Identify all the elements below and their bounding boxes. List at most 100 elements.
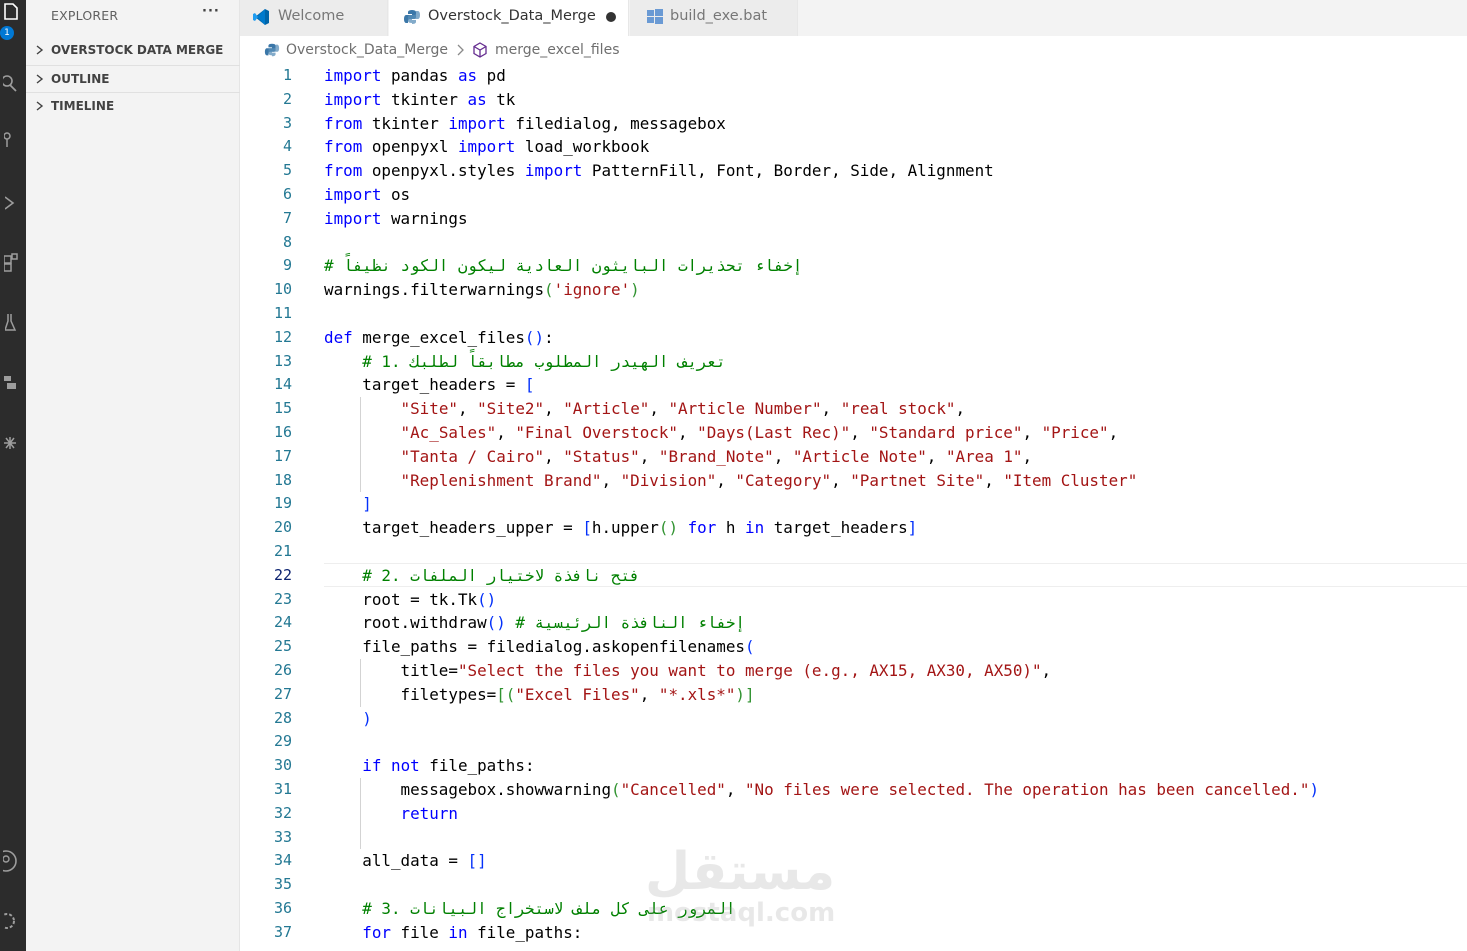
code-line[interactable]: # إخفاء تحذيرات البايثون العادية ليكون ا… xyxy=(324,254,802,278)
source-control-icon[interactable] xyxy=(0,128,22,150)
testing-icon[interactable] xyxy=(0,312,22,334)
line-number: 23 xyxy=(273,589,292,608)
manage-gear-icon[interactable] xyxy=(0,910,22,932)
code-line[interactable]: "Ac_Sales", "Final Overstock", "Days(Las… xyxy=(324,421,1119,445)
code-line[interactable]: import tkinter as tk xyxy=(324,88,515,112)
settings-sync-icon[interactable] xyxy=(0,432,22,454)
code-token: import xyxy=(324,66,382,85)
section-timeline[interactable]: TIMELINE xyxy=(26,92,240,119)
code-token: file_paths: xyxy=(419,756,535,776)
code-token: not xyxy=(391,756,420,776)
code-token: ] xyxy=(907,518,918,538)
code-token: file_paths = filedialog.askopenfilenames xyxy=(324,637,745,657)
code-token: "Cancelled" xyxy=(620,780,726,799)
tab-label: build_exe.bat xyxy=(670,8,768,24)
code-line[interactable]: return xyxy=(324,802,458,826)
line-number: 13 xyxy=(273,351,292,370)
code-line[interactable]: "Replenishment Brand", "Division", "Cate… xyxy=(324,469,1138,493)
tab-build-exe-bat[interactable]: build_exe.bat xyxy=(630,0,798,36)
line-number: 9 xyxy=(282,256,292,275)
breadcrumb-file[interactable]: Overstock_Data_Merge xyxy=(286,42,448,58)
code-line[interactable]: ) xyxy=(324,707,372,731)
tab-welcome[interactable]: Welcome xyxy=(240,0,388,36)
code-line[interactable]: warnings.filterwarnings('ignore') xyxy=(324,278,640,302)
breadcrumb-symbol[interactable]: merge_excel_files xyxy=(495,42,619,58)
more-actions-button[interactable]: ··· xyxy=(202,4,220,19)
code-token: from xyxy=(324,161,363,181)
code-token: , xyxy=(850,423,870,442)
code-token: : xyxy=(544,327,554,347)
code-token: , xyxy=(725,780,745,799)
code-line[interactable]: from openpyxl import load_workbook xyxy=(324,135,649,159)
tab-overstock-data-merge[interactable]: Overstock_Data_Merge xyxy=(389,0,629,36)
search-icon[interactable] xyxy=(0,72,22,94)
code-line[interactable]: # 2. فتح نافذة لاختيار الملفات xyxy=(324,564,639,588)
code-token: filetypes= xyxy=(324,684,497,704)
code-token: , xyxy=(1041,661,1052,680)
code-token: "Article Number" xyxy=(668,399,822,419)
code-line[interactable]: "Site", "Site2", "Article", "Article Num… xyxy=(324,397,966,421)
section-label: OUTLINE xyxy=(51,72,110,86)
extensions-icon[interactable] xyxy=(0,252,22,274)
code-token: "*.xls*" xyxy=(658,684,736,704)
code-line[interactable]: import warnings xyxy=(324,207,468,231)
section-outline[interactable]: OUTLINE xyxy=(26,65,240,92)
code-line[interactable]: file_paths = filedialog.askopenfilenames… xyxy=(324,635,754,659)
code-token: title= xyxy=(324,661,458,680)
code-token: , xyxy=(1022,446,1033,466)
code-line[interactable]: root = tk.Tk() xyxy=(324,588,496,612)
code-token: return xyxy=(400,803,458,823)
line-number: 36 xyxy=(273,899,292,917)
code-line[interactable]: messagebox.showwarning("Cancelled", "No … xyxy=(324,778,1319,802)
code-line[interactable]: from openpyxl.styles import PatternFill,… xyxy=(324,159,994,183)
code-area[interactable]: import pandas as pd import tkinter as tk f… xyxy=(324,64,1467,951)
code-line[interactable]: "Tanta / Cairo", "Status", "Brand_Note",… xyxy=(324,445,1033,469)
code-token: () xyxy=(477,589,497,609)
line-number: 32 xyxy=(273,803,292,822)
code-line[interactable]: import pandas as pd xyxy=(324,64,506,88)
code-token: , xyxy=(773,446,793,466)
code-token: "Brand_Note" xyxy=(658,446,774,466)
code-token: in xyxy=(745,518,765,538)
tab-label: Overstock_Data_Merge xyxy=(428,8,596,24)
code-editor[interactable]: 1 2 3 4 5 6 7 8 9 10 11 12 13 14 15 16 17 18 19 20 21 22 23 24 2… xyxy=(240,64,1467,951)
account-icon[interactable] xyxy=(0,850,22,872)
code-line[interactable]: if not file_paths: xyxy=(324,754,535,778)
code-line[interactable]: target_headers = [ xyxy=(324,373,534,397)
line-number: 7 xyxy=(282,208,292,227)
chevron-right-icon xyxy=(36,74,44,84)
code-token: merge_excel_files xyxy=(352,327,525,347)
code-token: ) xyxy=(1309,780,1320,799)
code-line[interactable]: import os xyxy=(324,183,410,207)
code-line[interactable]: root.withdraw() # إخفاء النافذة الرئيسية xyxy=(324,611,745,635)
code-token: from xyxy=(324,137,363,157)
unsaved-dot-icon[interactable] xyxy=(606,12,616,22)
run-debug-icon[interactable] xyxy=(0,192,22,214)
code-token: "Site" xyxy=(400,399,458,419)
line-number: 24 xyxy=(273,613,292,632)
files-icon[interactable] xyxy=(0,2,22,24)
line-number: 35 xyxy=(273,875,292,894)
code-line[interactable]: for file in file_paths: xyxy=(324,921,582,945)
python-icon[interactable] xyxy=(0,372,22,394)
code-line[interactable]: def merge_excel_files(): xyxy=(324,326,554,350)
code-line[interactable]: filetypes=[("Excel Files", "*.xls*")] xyxy=(324,683,755,707)
code-token: , xyxy=(821,399,841,419)
watermark-latin: mostaql.com xyxy=(647,898,836,928)
code-line[interactable]: # 1. تعريف الهيدر المطلوب مطابقاً لطلبك xyxy=(324,350,726,374)
code-line[interactable]: target_headers_upper = [h.upper() for h … xyxy=(324,516,917,540)
code-line[interactable]: from tkinter import filedialog, messageb… xyxy=(324,112,726,136)
code-token: # إخفاء النافذة الرئيسية xyxy=(515,613,745,633)
code-token: , xyxy=(601,470,621,490)
code-token: 'ignore' xyxy=(553,280,631,300)
section-folder[interactable]: OVERSTOCK DATA MERGE xyxy=(26,37,240,64)
code-token: , xyxy=(926,446,946,466)
line-number: 21 xyxy=(273,542,292,560)
code-line[interactable]: all_data = [] xyxy=(324,849,486,873)
code-line[interactable]: ] xyxy=(324,492,372,516)
line-number: 25 xyxy=(273,637,292,656)
code-line[interactable]: title="Select the files you want to merg… xyxy=(324,659,1052,683)
line-number: 5 xyxy=(282,161,292,180)
code-token: "Ac_Sales" xyxy=(400,423,497,442)
